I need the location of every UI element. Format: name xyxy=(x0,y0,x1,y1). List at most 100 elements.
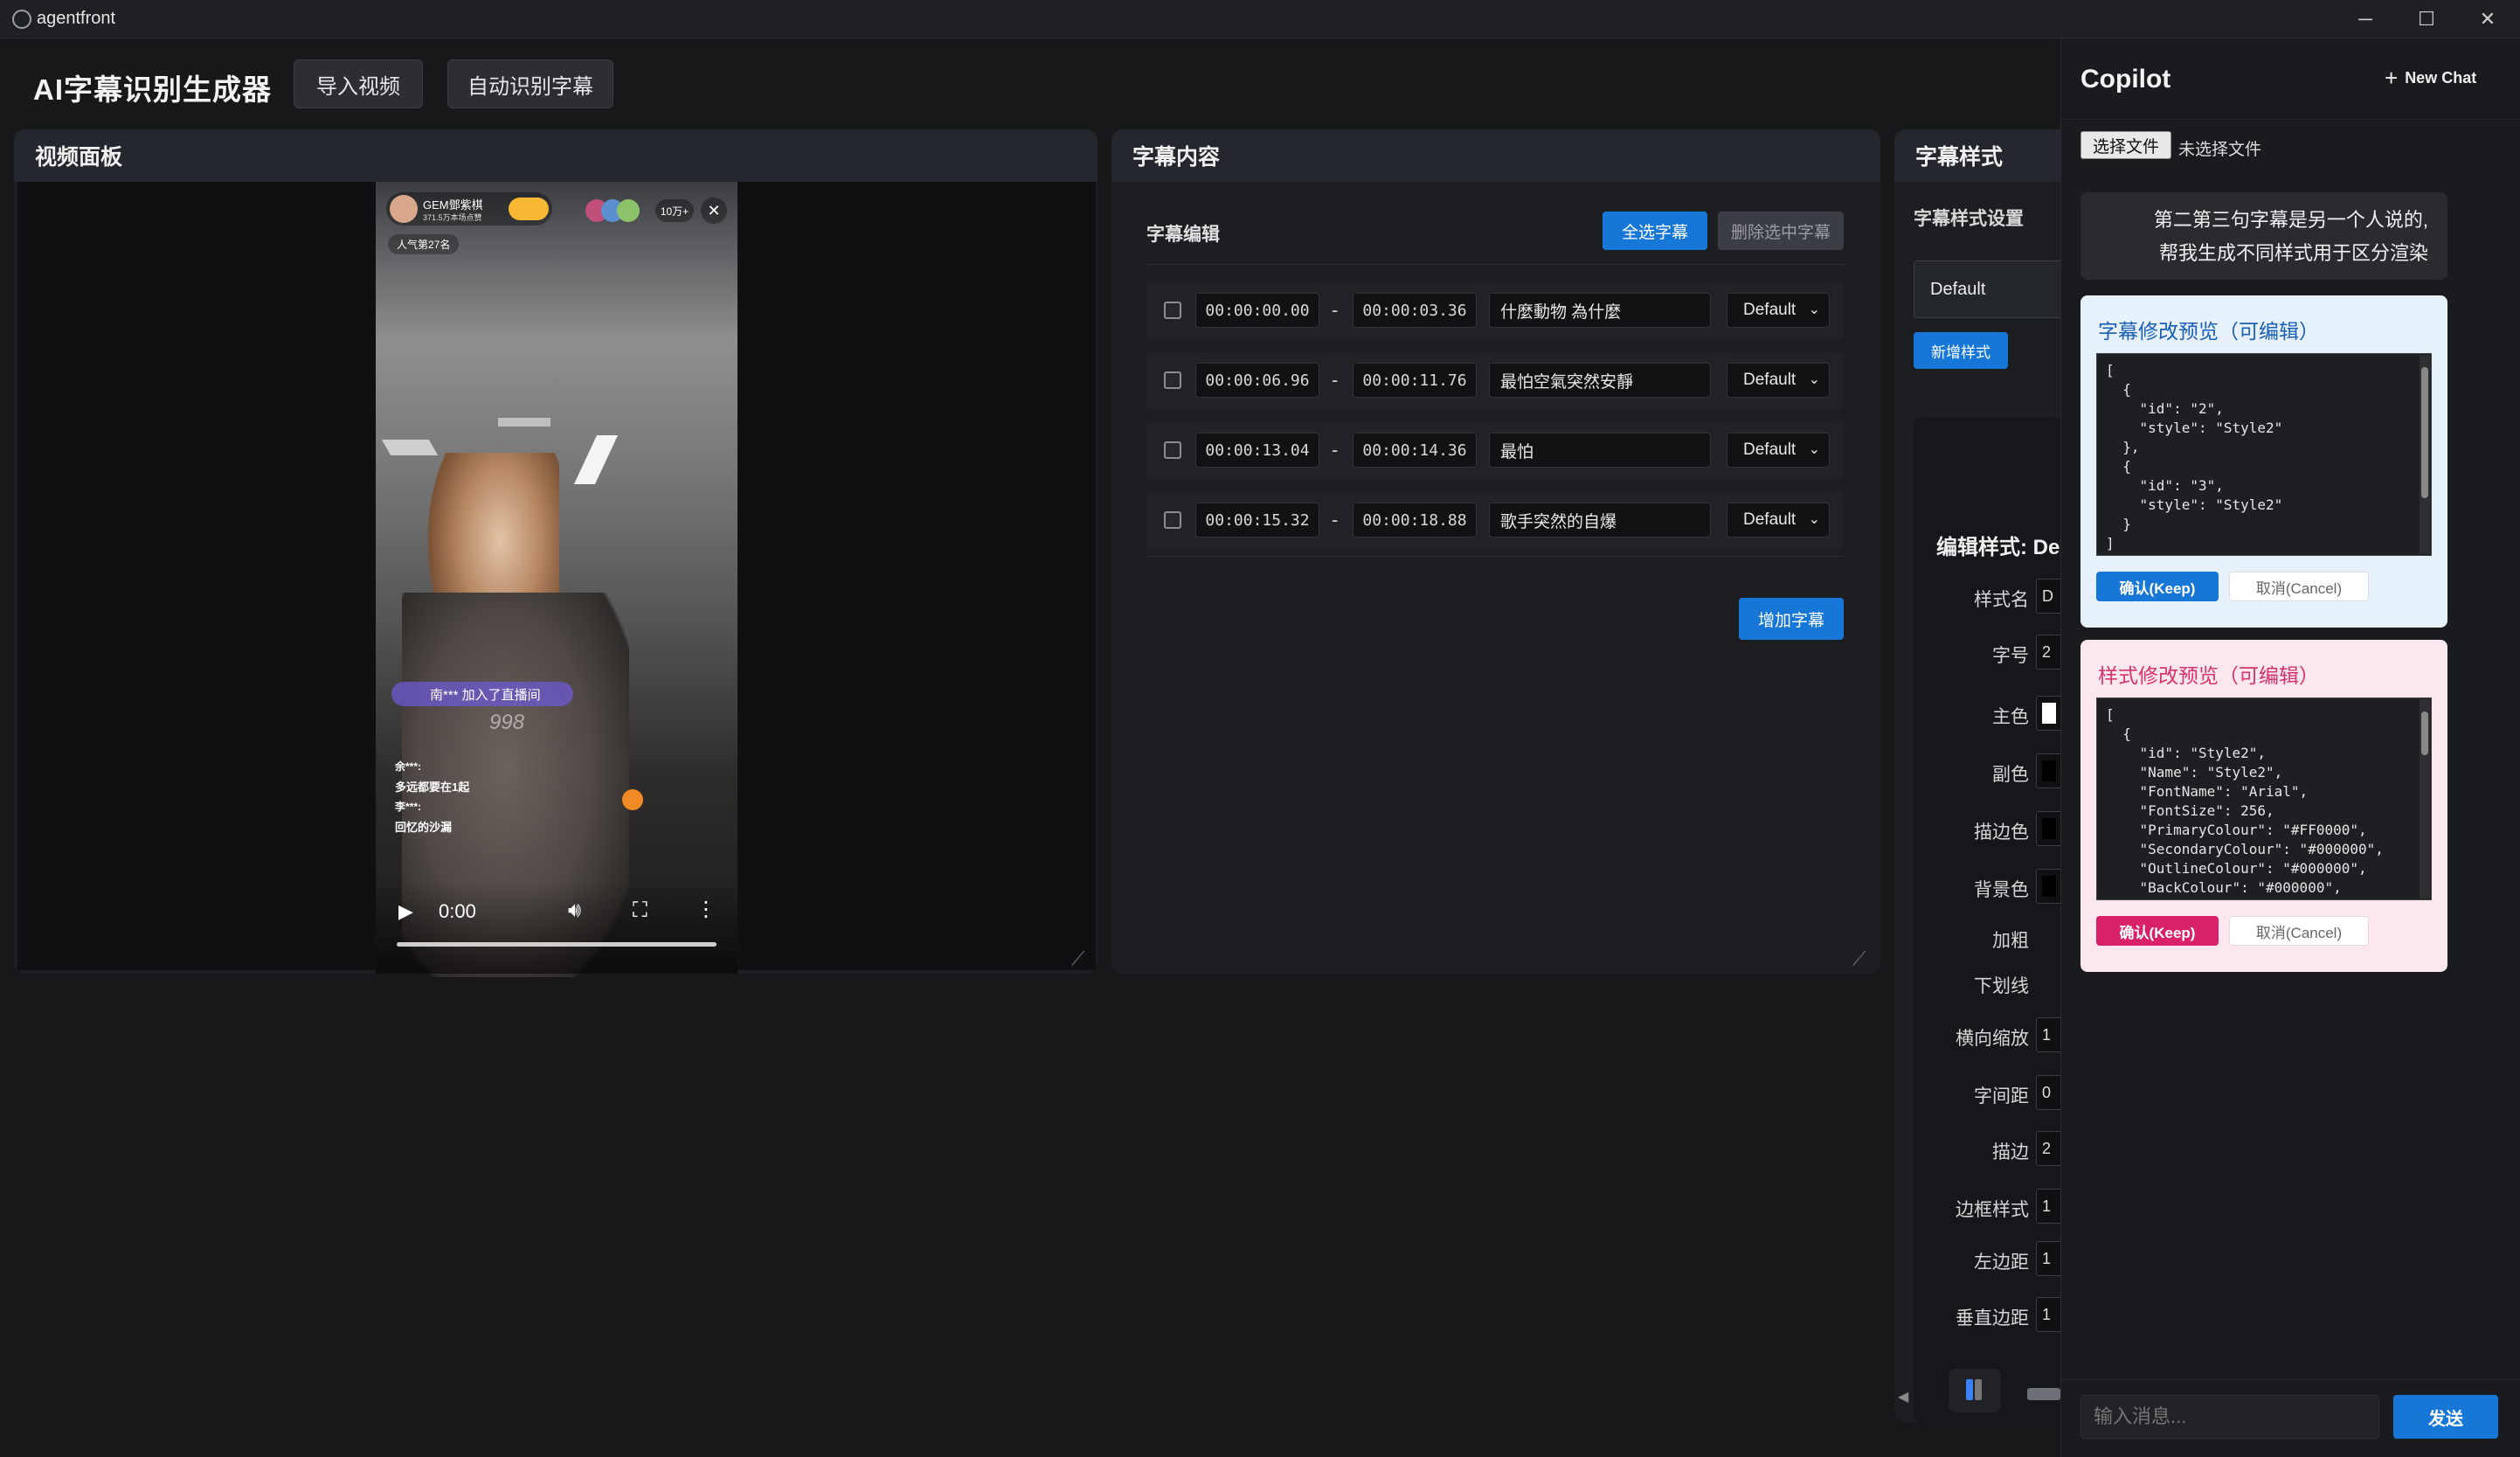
streamer-badge[interactable]: GEM鄧紫棋 371.5万本场点赞 xyxy=(386,192,552,225)
orange-object xyxy=(622,789,643,810)
message-input[interactable] xyxy=(2080,1395,2379,1439)
delete-selected-button[interactable]: 删除选中字幕 xyxy=(1718,212,1844,250)
select-all-button[interactable]: 全选字幕 xyxy=(1603,212,1707,250)
start-time-input[interactable]: 00:00:15.32 xyxy=(1195,503,1319,538)
style-select[interactable]: Default ⌄ xyxy=(1727,293,1830,328)
volume-icon[interactable]: 🔊︎ xyxy=(568,898,581,923)
end-time-input[interactable]: 00:00:14.36 xyxy=(1353,433,1477,468)
copilot-panel: Copilot + New Chat 选择文件 未选择文件 第二第三句字幕是另一… xyxy=(2060,38,2520,1457)
maximize-button[interactable]: ☐ xyxy=(2394,0,2459,38)
sidebar-toggle-icon xyxy=(1966,1379,1973,1400)
field-label: 边框样式 xyxy=(1956,1200,2029,1220)
ceiling-light xyxy=(573,435,619,484)
field-label: 主色 xyxy=(1992,707,2029,727)
editor-scrollbar[interactable] xyxy=(2420,355,2430,554)
style-list-item[interactable]: Default xyxy=(1914,260,2069,318)
avatar xyxy=(390,195,418,223)
add-style-button[interactable]: 新增样式 xyxy=(1914,332,2008,369)
subtitle-panel: 字幕内容 字幕编辑 全选字幕 删除选中字幕 xyxy=(1111,129,1880,974)
viewer-avatars xyxy=(585,198,655,224)
app-title: AI字幕识别生成器 xyxy=(33,73,272,106)
subtitle-text-input[interactable]: 最怕 xyxy=(1489,433,1711,468)
field-label: 描边 xyxy=(1992,1142,2029,1162)
style-preview-card: 样式修改预览（可编辑） [ { "id": "Style2", "Name": … xyxy=(2080,640,2447,972)
field-label: 下划线 xyxy=(1974,976,2029,996)
copilot-title: Copilot xyxy=(2080,65,2171,94)
style-preview-editor[interactable]: [ { "id": "Style2", "Name": "Style2", "F… xyxy=(2096,697,2432,900)
start-time-input[interactable]: 00:00:13.04 xyxy=(1195,433,1319,468)
style-select-value: Default xyxy=(1743,371,1797,389)
choose-file-button[interactable]: 选择文件 xyxy=(2080,131,2171,159)
subtitle-keep-button[interactable]: 确认(Keep) xyxy=(2096,572,2219,601)
style-select[interactable]: Default ⌄ xyxy=(1727,433,1830,468)
chevron-down-icon: ⌄ xyxy=(1808,512,1820,527)
subtitle-section-title: 字幕编辑 xyxy=(1146,225,1220,245)
subtitle-text-input[interactable]: 什麼動物 為什麼 xyxy=(1489,293,1711,328)
chevron-down-icon: ⌄ xyxy=(1808,372,1820,387)
new-chat-button[interactable]: + New Chat xyxy=(2385,63,2476,93)
import-video-button[interactable]: 导入视频 xyxy=(294,59,423,108)
subtitle-preview-editor[interactable]: [ { "id": "2", "style": "Style2" }, { "i… xyxy=(2096,353,2432,556)
resize-handle-icon[interactable]: ⟋ xyxy=(1071,947,1084,970)
start-time-input[interactable]: 00:00:06.96 xyxy=(1195,363,1319,398)
close-button[interactable]: ✕ xyxy=(2455,0,2520,38)
style-select[interactable]: Default ⌄ xyxy=(1727,363,1830,398)
minimize-button[interactable]: ─ xyxy=(2333,0,2398,38)
close-live-icon[interactable]: ✕ xyxy=(701,198,727,224)
sidebar-toggle-button[interactable] xyxy=(1949,1369,2001,1412)
row-checkbox[interactable] xyxy=(1164,441,1181,459)
video-player[interactable]: GEM鄧紫棋 371.5万本场点赞 10万+ ✕ 人气第27名 南*** 加入了… xyxy=(376,182,737,977)
resize-handle-icon[interactable]: ⟋ xyxy=(1852,947,1866,970)
subtitle-panel-title: 字幕内容 xyxy=(1111,129,1880,182)
subtitle-text-input[interactable]: 歌手突然的自爆 xyxy=(1489,503,1711,538)
style-keep-button[interactable]: 确认(Keep) xyxy=(2096,916,2219,946)
style-preview-title: 样式修改预览（可编辑） xyxy=(2098,665,2319,688)
style-section-title: 字幕样式设置 xyxy=(1914,209,2024,229)
app-icon xyxy=(12,10,31,29)
plus-icon: + xyxy=(2385,64,2399,91)
follow-heart-icon[interactable] xyxy=(509,198,549,220)
start-time-input[interactable]: 00:00:00.00 xyxy=(1195,293,1319,328)
seek-bar[interactable] xyxy=(397,942,717,947)
send-button[interactable]: 发送 xyxy=(2393,1395,2498,1439)
play-icon[interactable]: ▶ xyxy=(398,900,413,923)
video-panel-title: 视频面板 xyxy=(14,129,1097,182)
style-select-value: Default xyxy=(1743,301,1797,319)
field-label: 描边色 xyxy=(1974,822,2029,843)
join-message: 南*** 加入了直播间 xyxy=(391,682,573,706)
chevron-down-icon: ⌄ xyxy=(1808,442,1820,457)
chevron-down-icon: ⌄ xyxy=(1808,302,1820,317)
gift-value: 998 xyxy=(489,711,525,734)
fullscreen-icon[interactable]: ⛶ xyxy=(633,898,647,923)
subtitle-row: 00:00:06.96 - 00:00:11.76 最怕空氣突然安靜 Defau… xyxy=(1146,351,1844,409)
more-options-icon[interactable]: ⋮ xyxy=(696,897,717,922)
row-checkbox[interactable] xyxy=(1164,302,1181,319)
viewer-count: 10万+ xyxy=(655,199,694,222)
rank-badge: 人气第27名 xyxy=(388,234,460,254)
end-time-input[interactable]: 00:00:03.36 xyxy=(1353,293,1477,328)
row-checkbox[interactable] xyxy=(1164,511,1181,529)
style-cancel-button[interactable]: 取消(Cancel) xyxy=(2229,916,2369,946)
subtitle-preview-card: 字幕修改预览（可编辑） [ { "id": "2", "style": "Sty… xyxy=(2080,295,2447,628)
style-select[interactable]: Default ⌄ xyxy=(1727,503,1830,538)
subtitle-cancel-button[interactable]: 取消(Cancel) xyxy=(2229,572,2369,601)
field-label: 左边距 xyxy=(1974,1252,2029,1273)
window-title: agentfront xyxy=(37,9,116,28)
end-time-input[interactable]: 00:00:18.88 xyxy=(1353,503,1477,538)
auto-recognize-button[interactable]: 自动识别字幕 xyxy=(447,59,613,108)
style-select-value: Default xyxy=(1743,510,1797,529)
row-checkbox[interactable] xyxy=(1164,371,1181,389)
subtitle-row: 00:00:13.04 - 00:00:14.36 最怕 Default ⌄ xyxy=(1146,421,1844,479)
horizontal-scrollbar[interactable] xyxy=(2027,1388,2060,1400)
scroll-left-icon[interactable]: ◀ xyxy=(1898,1388,1908,1405)
field-label: 背景色 xyxy=(1974,880,2029,900)
field-label: 加粗 xyxy=(1992,931,2029,951)
end-time-input[interactable]: 00:00:11.76 xyxy=(1353,363,1477,398)
style-select-value: Default xyxy=(1743,441,1797,459)
editor-scrollbar[interactable] xyxy=(2420,699,2430,898)
field-label: 字间距 xyxy=(1974,1086,2029,1107)
add-subtitle-button[interactable]: 增加字幕 xyxy=(1739,598,1844,640)
new-chat-label: New Chat xyxy=(2405,68,2477,87)
subtitle-text-input[interactable]: 最怕空氣突然安靜 xyxy=(1489,363,1711,398)
field-label: 样式名 xyxy=(1974,590,2029,610)
